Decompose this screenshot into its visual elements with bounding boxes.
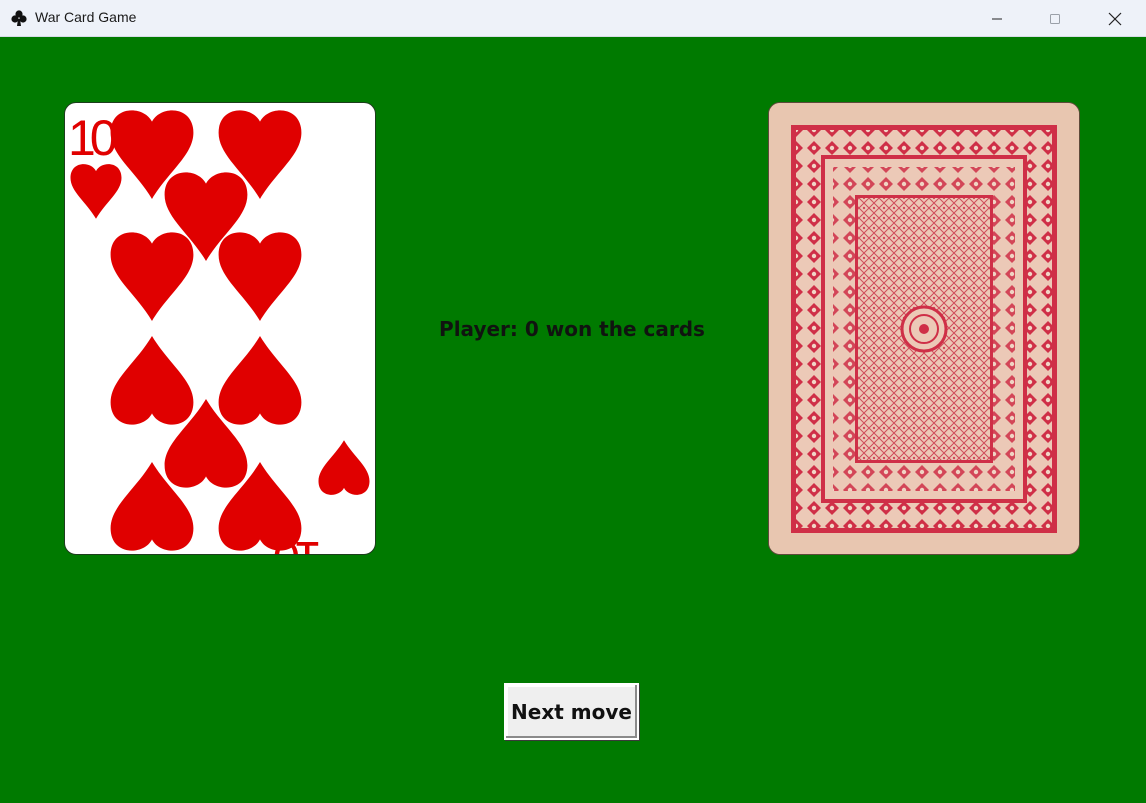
club-suit-icon	[11, 10, 27, 26]
corner-rank-top: 10	[68, 110, 116, 166]
close-icon	[1108, 12, 1122, 25]
ten-of-hearts-face: 10 10	[68, 110, 370, 555]
title-bar[interactable]: War Card Game	[0, 0, 1146, 37]
next-move-button[interactable]: Next move	[504, 683, 639, 740]
round-result-text: Player: 0 won the cards	[439, 317, 705, 341]
window-title: War Card Game	[35, 9, 137, 25]
player-card-ten-of-hearts: 10 10	[64, 102, 376, 555]
minimize-icon	[992, 18, 1002, 19]
maximize-button[interactable]	[1032, 0, 1078, 37]
close-button[interactable]	[1092, 0, 1138, 37]
minimize-button[interactable]	[974, 0, 1020, 37]
corner-rank-bottom: 10	[274, 531, 322, 555]
maximize-icon	[1050, 13, 1060, 24]
opponent-card-back	[768, 102, 1080, 555]
card-back-pattern	[769, 103, 1079, 554]
